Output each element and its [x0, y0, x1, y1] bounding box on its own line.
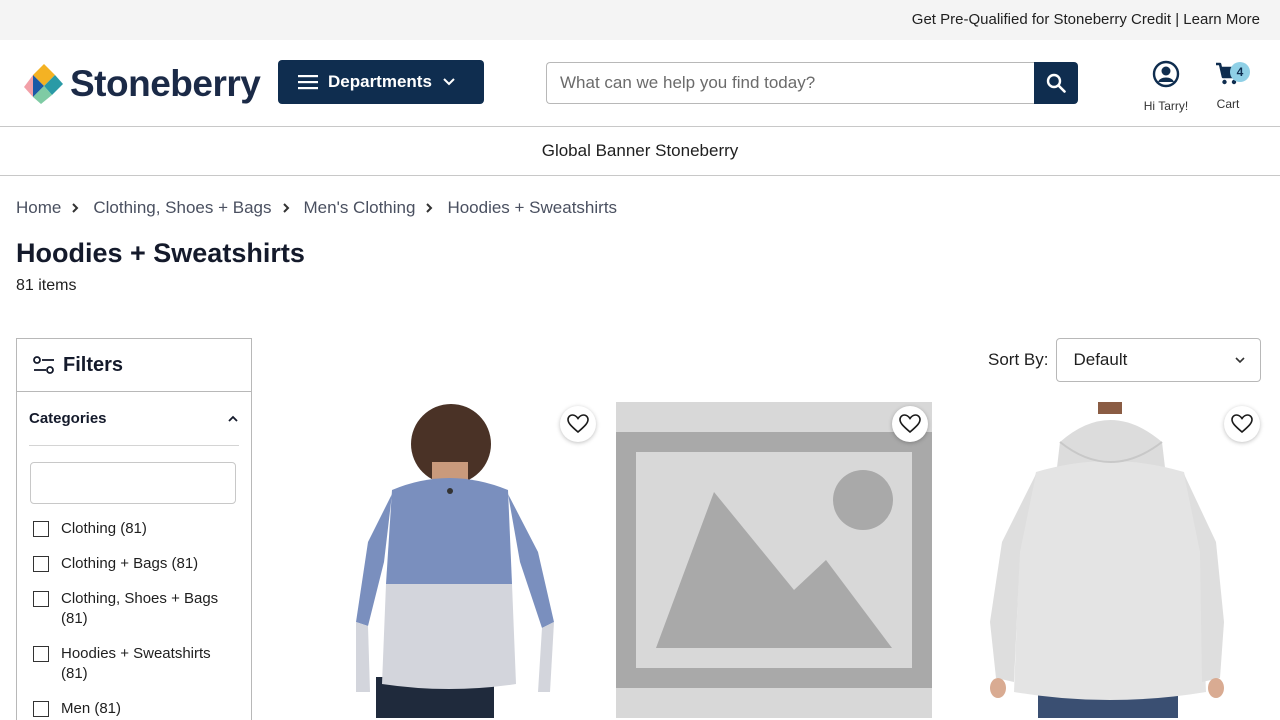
product-image[interactable]	[948, 402, 1264, 718]
gray-hoodie-image	[948, 402, 1264, 718]
cart-label: Cart	[1216, 97, 1240, 111]
category-option[interactable]: Clothing, Shoes + Bags (81)	[33, 589, 251, 629]
heart-icon	[1231, 414, 1253, 434]
logo-mark-icon	[24, 64, 63, 104]
fleece-jacket-image	[284, 402, 600, 718]
category-option[interactable]: Hoodies + Sweatshirts (81)	[33, 644, 251, 684]
product-card[interactable]	[284, 402, 600, 720]
account-greeting: Hi Tarry!	[1143, 99, 1189, 113]
hamburger-icon	[298, 75, 318, 90]
product-image[interactable]	[284, 402, 600, 718]
breadcrumb-mens-clothing[interactable]: Men's Clothing	[304, 198, 416, 218]
stoneberry-logo[interactable]: Stoneberry	[24, 62, 261, 106]
category-label: Clothing, Shoes + Bags (81)	[61, 590, 219, 627]
category-option[interactable]: Men (81)	[33, 699, 251, 719]
category-label: Clothing + Bags (81)	[61, 555, 199, 572]
filters-header: Filters	[17, 339, 251, 392]
checkbox[interactable]	[33, 701, 49, 717]
sort-control: Sort By: Default	[988, 338, 1262, 382]
heart-icon	[899, 414, 921, 434]
breadcrumb-hoodies-sweatshirts[interactable]: Hoodies + Sweatshirts	[447, 198, 617, 218]
cart-count-badge: 4	[1230, 62, 1250, 82]
site-header: Stoneberry Departments Hi Tarry!	[0, 40, 1280, 127]
global-banner: Global Banner Stoneberry	[0, 127, 1280, 176]
checkbox[interactable]	[33, 646, 49, 662]
filter-sliders-icon	[33, 356, 54, 374]
sort-label: Sort By:	[988, 350, 1049, 369]
search-bar	[546, 62, 1078, 104]
account-button[interactable]: Hi Tarry!	[1138, 60, 1194, 113]
wishlist-button[interactable]	[892, 406, 928, 442]
search-input[interactable]	[546, 62, 1035, 104]
wishlist-button[interactable]	[1224, 406, 1260, 442]
product-card[interactable]	[948, 402, 1264, 720]
category-label: Men (81)	[61, 700, 122, 717]
departments-button[interactable]: Departments	[278, 60, 484, 104]
item-count: 81 items	[16, 277, 77, 294]
product-card[interactable]	[616, 402, 932, 720]
page-title: Hoodies + Sweatshirts	[16, 238, 305, 268]
filters-panel: Filters Categories Clothing (81) Clothin…	[16, 338, 252, 720]
departments-label: Departments	[328, 72, 432, 91]
filters-title: Filters	[63, 353, 124, 376]
category-search-input[interactable]	[30, 462, 236, 504]
sort-selected-value: Default	[1073, 350, 1128, 369]
search-icon	[1046, 73, 1066, 93]
product-image[interactable]	[616, 402, 932, 718]
category-label: Hoodies + Sweatshirts (81)	[61, 645, 211, 682]
heart-icon	[567, 414, 589, 434]
category-list: Clothing (81) Clothing + Bags (81) Cloth…	[17, 519, 251, 719]
category-label: Clothing (81)	[61, 520, 147, 537]
breadcrumb: Home Clothing, Shoes + Bags Men's Clothi…	[16, 198, 617, 218]
breadcrumb-clothing-shoes-bags[interactable]: Clothing, Shoes + Bags	[93, 198, 271, 218]
category-option[interactable]: Clothing (81)	[33, 519, 251, 539]
user-icon	[1152, 60, 1180, 88]
categories-title: Categories	[29, 410, 107, 427]
prequalify-link[interactable]: Get Pre-Qualified for Stoneberry Credit …	[912, 11, 1260, 28]
chevron-right-icon	[282, 202, 290, 214]
cart-button[interactable]: 4 Cart	[1206, 60, 1250, 111]
chevron-up-icon	[228, 415, 238, 422]
breadcrumb-home[interactable]: Home	[16, 198, 61, 218]
chevron-down-icon	[443, 78, 455, 86]
categories-toggle[interactable]: Categories	[29, 392, 239, 446]
chevron-right-icon	[425, 202, 433, 214]
checkbox[interactable]	[33, 556, 49, 572]
chevron-right-icon	[71, 202, 79, 214]
wishlist-button[interactable]	[560, 406, 596, 442]
promo-bar: Get Pre-Qualified for Stoneberry Credit …	[0, 0, 1280, 40]
checkbox[interactable]	[33, 591, 49, 607]
logo-wordmark: Stoneberry	[70, 63, 261, 104]
search-button[interactable]	[1034, 62, 1078, 104]
image-placeholder-icon	[616, 402, 932, 718]
checkbox[interactable]	[33, 521, 49, 537]
chevron-down-icon	[1235, 357, 1246, 364]
sort-select[interactable]: Default	[1056, 338, 1262, 382]
category-option[interactable]: Clothing + Bags (81)	[33, 554, 251, 574]
